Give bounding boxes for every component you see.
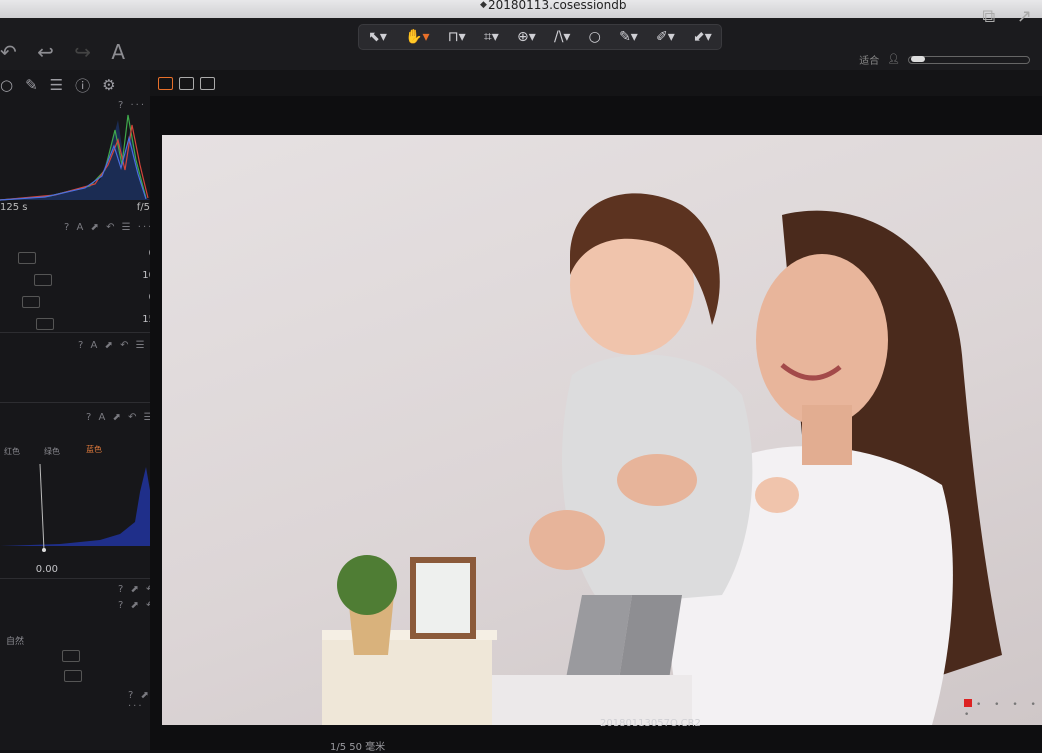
viewer-mode-bar (150, 70, 1042, 96)
shutter-speed: 125 s (0, 202, 28, 213)
levels-low-handle (39, 463, 45, 551)
tab-settings-icon[interactable]: ⚙ (102, 76, 115, 94)
channel-tab-red[interactable]: 红色 (4, 446, 20, 457)
histogram (0, 114, 150, 201)
select-icon[interactable]: ⬉▾ (368, 29, 387, 45)
exposure-header-icons[interactable]: ? A ⬈ ↶ ☰ ··· (64, 222, 153, 233)
image-nav-dots[interactable]: • • • • • (964, 699, 1042, 720)
redo-icon[interactable]: ↪ (74, 40, 91, 64)
apply-icon[interactable]: ⬋▾ (693, 29, 712, 45)
crop-icon[interactable]: ⌗▾ (484, 29, 499, 45)
zoom-slider[interactable] (908, 55, 1030, 64)
rotate-left-icon[interactable]: ↶ (0, 40, 17, 64)
window-actions: ⧉ ↗ (966, 6, 1032, 27)
tab-brush-icon[interactable]: ✎ (25, 76, 38, 94)
image-meta: 1/5 50 毫米 (330, 742, 386, 753)
zoom-label: 适合 (859, 56, 880, 67)
tab-adjust-icon[interactable]: ○ (0, 76, 13, 94)
main-photo[interactable] (162, 135, 1042, 725)
photo-content (322, 193, 1002, 725)
grid-view-icon[interactable] (158, 76, 173, 90)
color-tag-red[interactable] (964, 699, 972, 707)
compare-view-icon[interactable] (200, 76, 215, 90)
aperture-value: f/5 (136, 202, 150, 213)
divider (0, 332, 170, 333)
layers-icon[interactable]: ⧉ (982, 6, 995, 27)
exposure-slider-handle[interactable] (18, 252, 36, 264)
clarity-slider-handle[interactable] (62, 650, 80, 662)
contrast-slider-handle[interactable] (34, 274, 52, 286)
zoom-control: 适合 👤︎ (859, 52, 1030, 67)
eraser-icon[interactable]: ✎▾ (619, 29, 638, 45)
channel-tab-blue[interactable]: 蓝色 (86, 444, 102, 455)
undo-icon[interactable]: ↩ (37, 40, 54, 64)
person-icon: 👤︎ (887, 54, 900, 65)
straighten-icon[interactable]: /\▾ (554, 29, 570, 45)
tool-strip: ⬉▾ ✋▾ ⊓▾ ⌗▾ ⊕▾ /\▾ ○ ✎▾ ✐▾ ⬋▾ (358, 24, 722, 50)
text-icon[interactable]: A (111, 40, 125, 64)
main-toolbar: ↶ ↩ ↪ A ⬉▾ ✋▾ ⊓▾ ⌗▾ ⊕▾ /\▾ ○ ✎▾ ✐▾ ⬋▾ ⧉ … (0, 6, 1042, 71)
rotate-icon[interactable]: ⊕▾ (517, 29, 536, 45)
channel-tab-green[interactable]: 绿色 (44, 446, 60, 457)
document-icon: ◆ (480, 0, 487, 10)
tab-info-icon[interactable]: ⓘ (75, 75, 90, 96)
brightness-slider-handle[interactable] (22, 296, 40, 308)
picker-icon[interactable]: ✐▾ (656, 29, 675, 45)
keystone-icon[interactable]: ⊓▾ (448, 29, 466, 45)
single-view-icon[interactable] (179, 76, 194, 90)
tab-list-icon[interactable]: ☰ (50, 76, 63, 94)
title-bar: ◆ 20180113.cosessiondb (0, 0, 1042, 18)
image-filename: 20180113057O.CR2 (600, 718, 701, 729)
clarity-method-label: 自然 (6, 637, 25, 647)
expand-icon[interactable]: ↗ (1017, 6, 1032, 27)
circle-icon[interactable]: ○ (589, 29, 601, 45)
window-title: 20180113.cosessiondb (488, 0, 627, 12)
structure-slider-handle[interactable] (64, 670, 82, 682)
divider (0, 402, 175, 403)
saturation-slider-handle[interactable] (36, 318, 54, 330)
histogram-info: 125 s f/5 (0, 202, 150, 213)
hand-icon[interactable]: ✋▾ (405, 29, 429, 45)
undo-group: ↶ ↩ ↪ A (0, 40, 139, 64)
levels-input-low: 0.00 (35, 564, 58, 575)
